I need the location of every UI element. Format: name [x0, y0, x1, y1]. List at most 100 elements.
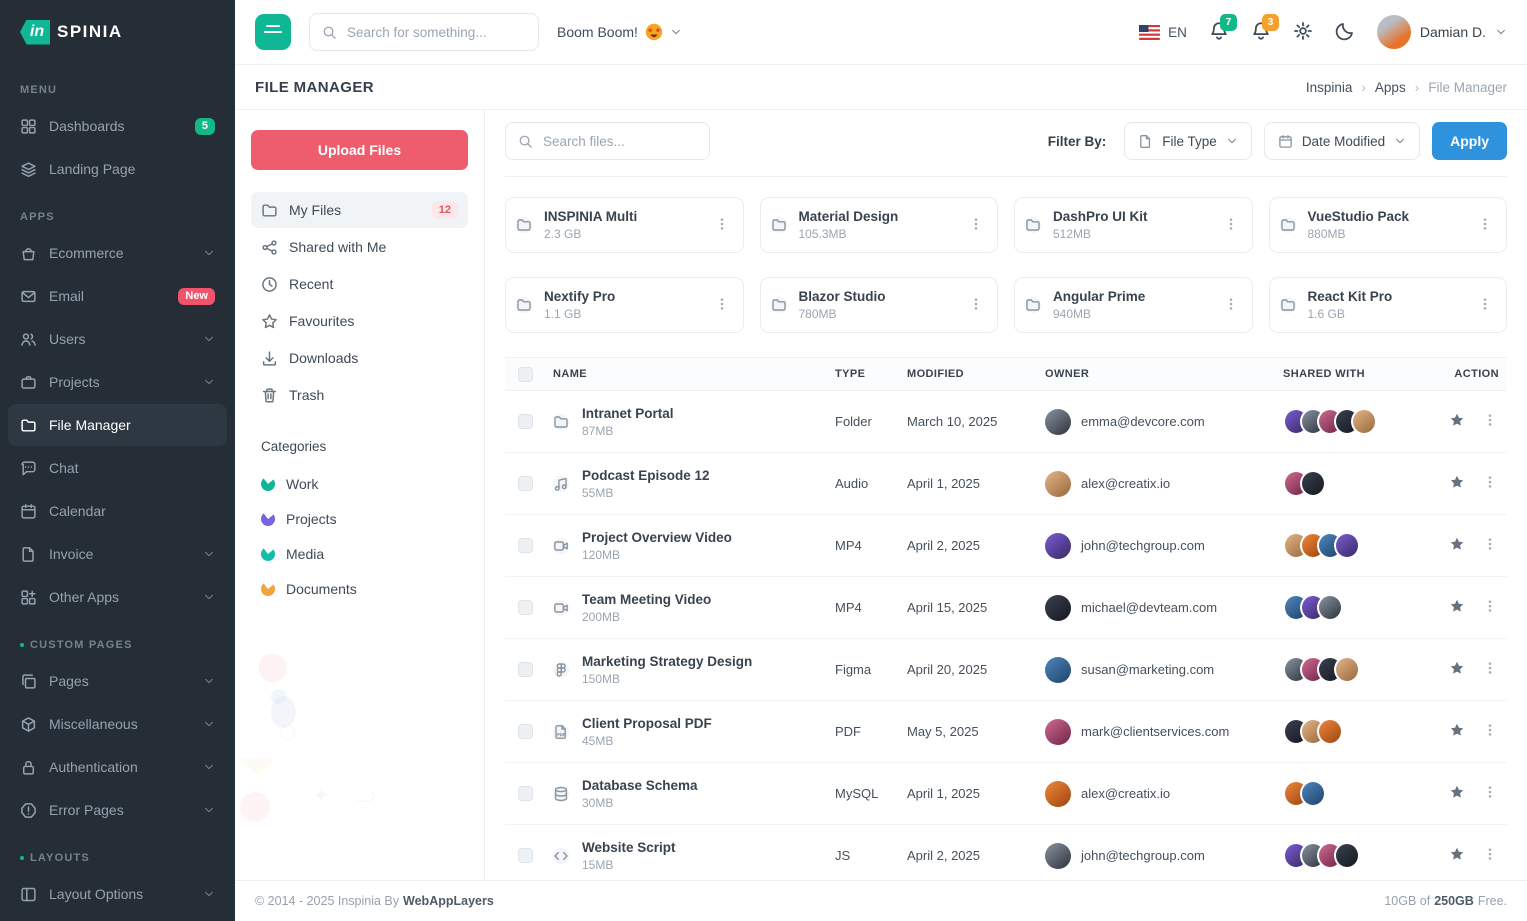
sidebar-section-label: LAYOUTS [0, 832, 235, 872]
favourite-star-button[interactable] [1449, 474, 1465, 493]
sidebar-item-pages[interactable]: Pages [8, 660, 227, 702]
row-checkbox[interactable] [518, 662, 533, 677]
sidebar-item-invoice[interactable]: Invoice [8, 533, 227, 575]
sidebar-item-other-apps[interactable]: Other Apps [8, 576, 227, 618]
favourite-star-button[interactable] [1449, 660, 1465, 679]
folder-menu-button[interactable] [1220, 293, 1242, 318]
row-checkbox[interactable] [518, 476, 533, 491]
breadcrumb-item[interactable]: Inspinia [1306, 80, 1353, 95]
row-actions [1441, 843, 1507, 868]
notifications-bell-button[interactable]: 7 [1209, 21, 1229, 44]
file-name-cell[interactable]: Project Overview Video120MB [553, 530, 835, 562]
file-name-cell[interactable]: Marketing Strategy Design150MB [553, 654, 835, 686]
row-menu-button[interactable] [1479, 533, 1501, 558]
favourite-star-button[interactable] [1449, 536, 1465, 555]
folder-card[interactable]: Angular Prime940MB [1014, 277, 1253, 333]
folder-card[interactable]: DashPro UI Kit512MB [1014, 197, 1253, 253]
category-item-work[interactable]: Work [251, 466, 468, 501]
sidebar-item-chat[interactable]: Chat [8, 447, 227, 489]
folder-menu-button[interactable] [1474, 293, 1496, 318]
folder-card[interactable]: Nextify Pro1.1 GB [505, 277, 744, 333]
file-nav-item-downloads[interactable]: Downloads [251, 340, 468, 376]
file-nav-item-my-files[interactable]: My Files12 [251, 192, 468, 228]
folder-card[interactable]: React Kit Pro1.6 GB [1269, 277, 1508, 333]
sidebar-item-error-pages[interactable]: Error Pages [8, 789, 227, 831]
user-menu[interactable]: Damian D. [1377, 15, 1507, 49]
file-nav-item-recent[interactable]: Recent [251, 266, 468, 302]
folder-menu-button[interactable] [965, 213, 987, 238]
file-nav-item-favourites[interactable]: Favourites [251, 303, 468, 339]
select-all-checkbox[interactable] [518, 367, 533, 382]
row-menu-button[interactable] [1479, 595, 1501, 620]
sidebar-item-projects[interactable]: Projects [8, 361, 227, 403]
brand-logo[interactable]: in SPINIA [0, 0, 235, 64]
favourite-star-button[interactable] [1449, 846, 1465, 865]
owner-email: john@techgroup.com [1081, 538, 1205, 553]
sidebar-item-authentication[interactable]: Authentication [8, 746, 227, 788]
sidebar-item-dashboards[interactable]: Dashboards5 [8, 105, 227, 147]
sidebar-item-landing-page[interactable]: Landing Page [8, 148, 227, 190]
row-checkbox[interactable] [518, 414, 533, 429]
dark-mode-toggle[interactable] [1335, 21, 1355, 44]
folder-card[interactable]: Material Design105.3MB [760, 197, 999, 253]
sidebar-item-users[interactable]: Users [8, 318, 227, 360]
row-menu-button[interactable] [1479, 409, 1501, 434]
sidebar-item-miscellaneous[interactable]: Miscellaneous [8, 703, 227, 745]
sidebar-item-email[interactable]: EmailNew [8, 275, 227, 317]
date-modified-select[interactable]: Date Modified [1264, 122, 1420, 160]
row-checkbox[interactable] [518, 538, 533, 553]
upload-files-button[interactable]: Upload Files [251, 130, 468, 170]
apply-filter-button[interactable]: Apply [1432, 122, 1507, 160]
file-nav-item-trash[interactable]: Trash [251, 377, 468, 413]
footer-brand-link[interactable]: WebAppLayers [403, 894, 494, 908]
folder-card[interactable]: VueStudio Pack880MB [1269, 197, 1508, 253]
folder-menu-button[interactable] [711, 293, 733, 318]
row-checkbox[interactable] [518, 600, 533, 615]
favourite-star-button[interactable] [1449, 722, 1465, 741]
folder-card[interactable]: INSPINIA Multi2.3 GB [505, 197, 744, 253]
row-menu-button[interactable] [1479, 471, 1501, 496]
folder-menu-button[interactable] [1220, 213, 1242, 238]
row-checkbox[interactable] [518, 724, 533, 739]
file-type-select[interactable]: File Type [1124, 122, 1252, 160]
sidebar-item-file-manager[interactable]: File Manager [8, 404, 227, 446]
file-nav-item-shared-with-me[interactable]: Shared with Me [251, 229, 468, 265]
settings-button[interactable] [1293, 21, 1313, 44]
file-name-cell[interactable]: Team Meeting Video200MB [553, 592, 835, 624]
menu-toggle-button[interactable] [255, 14, 291, 50]
favourite-star-button[interactable] [1449, 598, 1465, 617]
favourite-star-button[interactable] [1449, 784, 1465, 803]
folder-menu-button[interactable] [965, 293, 987, 318]
file-name-cell[interactable]: Podcast Episode 1255MB [553, 468, 835, 500]
category-item-documents[interactable]: Documents [251, 571, 468, 606]
category-item-media[interactable]: Media [251, 536, 468, 571]
promo-dropdown[interactable]: Boom Boom! [557, 23, 682, 41]
sidebar-item-ecommerce[interactable]: Ecommerce [8, 232, 227, 274]
file-name-cell[interactable]: Intranet Portal87MB [553, 406, 835, 438]
favourite-star-button[interactable] [1449, 412, 1465, 431]
sidebar-item-calendar[interactable]: Calendar [8, 490, 227, 532]
file-name-cell[interactable]: PDFClient Proposal PDF45MB [553, 716, 835, 748]
row-checkbox[interactable] [518, 786, 533, 801]
row-menu-button[interactable] [1479, 781, 1501, 806]
files-search-input[interactable] [543, 134, 697, 149]
folder-card[interactable]: Blazor Studio780MB [760, 277, 999, 333]
sidebar-item-layout-options[interactable]: Layout Options [8, 873, 227, 915]
file-name-cell[interactable]: Website Script15MB [553, 840, 835, 872]
folder-icon [1025, 217, 1041, 233]
folder-menu-button[interactable] [711, 213, 733, 238]
alerts-bell-button[interactable]: 3 [1251, 21, 1271, 44]
row-checkbox[interactable] [518, 848, 533, 863]
table-row: Database Schema30MBMySQLApril 1, 2025ale… [505, 763, 1507, 825]
breadcrumb-item[interactable]: Apps [1375, 80, 1406, 95]
layers-icon [20, 161, 37, 178]
row-menu-button[interactable] [1479, 843, 1501, 868]
category-item-projects[interactable]: Projects [251, 501, 468, 536]
layout-icon [20, 886, 37, 903]
row-menu-button[interactable] [1479, 657, 1501, 682]
file-name-cell[interactable]: Database Schema30MB [553, 778, 835, 810]
folder-menu-button[interactable] [1474, 213, 1496, 238]
global-search-input[interactable] [347, 25, 526, 40]
row-menu-button[interactable] [1479, 719, 1501, 744]
language-selector[interactable]: EN [1139, 25, 1187, 40]
